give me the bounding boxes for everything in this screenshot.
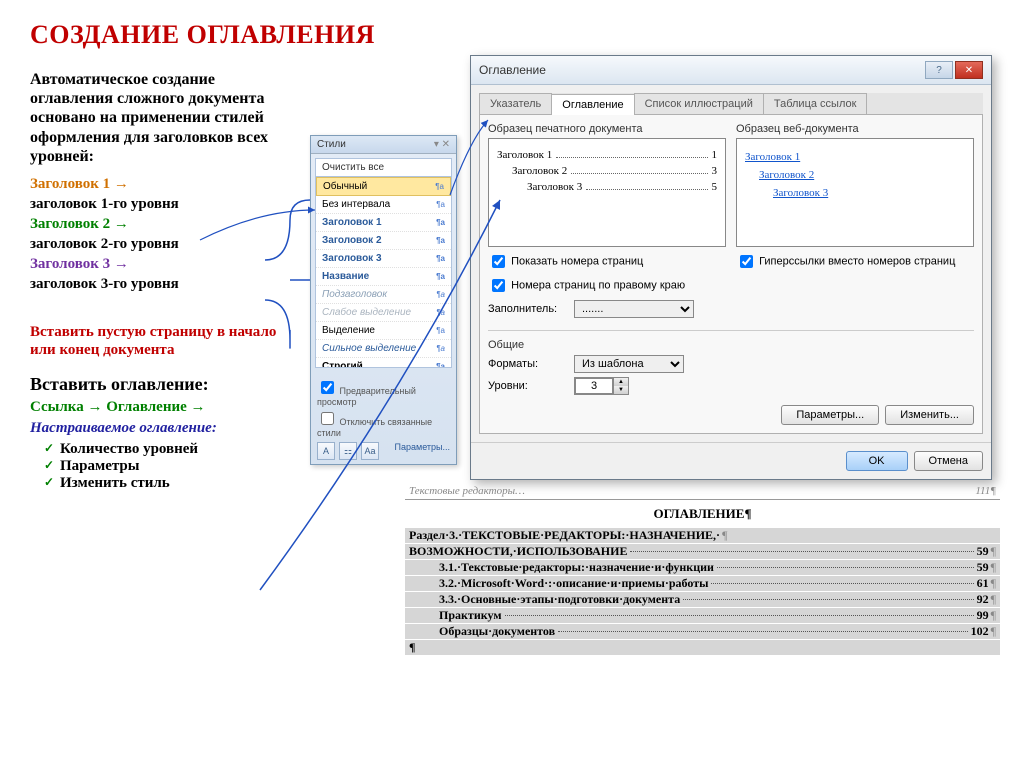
step-toc: Оглавление [106, 399, 187, 415]
heading1-label: Заголовок 1 → [30, 176, 290, 193]
formats-select[interactable]: Из шаблона [574, 355, 684, 373]
step-line: Ссылка → Оглавление → [30, 399, 290, 416]
dialog-tab[interactable]: Указатель [479, 93, 552, 114]
preview-line: Заголовок 11 [497, 149, 717, 161]
toc-dialog: Оглавление ? ✕ УказательОглавлениеСписок… [470, 55, 992, 480]
clear-all[interactable]: Очистить все [315, 158, 452, 176]
general-label: Общие [488, 339, 974, 351]
panel-title-text: Стили [317, 139, 346, 150]
help-icon[interactable]: ? [925, 61, 953, 79]
style-item[interactable]: Строгий¶a [316, 358, 451, 368]
spin-down-icon[interactable]: ▼ [613, 386, 628, 394]
styles-panel: Стили ▾ ✕ Очистить все Обычный¶aБез инте… [310, 135, 457, 465]
bullet-item: Изменить стиль [44, 475, 290, 492]
web-link[interactable]: Заголовок 2 [759, 169, 965, 181]
modify-button[interactable]: Изменить... [885, 405, 974, 425]
dropdown-icon[interactable]: ▾ ✕ [434, 139, 450, 150]
heading1-desc: заголовок 1-го уровня [30, 196, 290, 213]
pilcrow-icon: ¶ [409, 640, 415, 655]
close-icon[interactable]: ✕ [955, 61, 983, 79]
style-item[interactable]: Выделение¶a [316, 322, 451, 340]
filler-select[interactable]: ....... [574, 300, 694, 318]
doc-header-left: Текстовые редакторы… [409, 485, 525, 497]
web-link[interactable]: Заголовок 3 [773, 187, 965, 199]
dialog-tab[interactable]: Оглавление [551, 94, 634, 115]
params-button[interactable]: Параметры... [781, 405, 879, 425]
style-item[interactable]: Подзаголовок¶a [316, 286, 451, 304]
toc-line: 3.3.·Основные·этапы·подготовки·документа… [405, 592, 1000, 608]
bullet-list: Количество уровней Параметры Изменить ст… [30, 441, 290, 492]
toc-line: 3.2.·Microsoft·Word·:·описание·и·приемы·… [405, 576, 1000, 592]
style-item[interactable]: Слабое выделение¶a [316, 304, 451, 322]
filler-row: Заполнитель: ....... [488, 300, 726, 318]
toc-line: 3.1.·Текстовые·редакторы:·назначение·и·ф… [405, 560, 1000, 576]
web-preview: Заголовок 1 Заголовок 2 Заголовок 3 [736, 138, 974, 247]
styles-list: Обычный¶aБез интервала¶aЗаголовок 1¶aЗаг… [315, 176, 452, 368]
cancel-button[interactable]: Отмена [914, 451, 983, 471]
dialog-tab[interactable]: Список иллюстраций [634, 93, 764, 114]
arrow-icon: → [87, 399, 102, 415]
levels-label: Уровни: [488, 380, 568, 392]
style-item[interactable]: Название¶a [316, 268, 451, 286]
style-item[interactable]: Сильное выделение¶a [316, 340, 451, 358]
spin-up-icon[interactable]: ▲ [613, 378, 628, 386]
new-style-icon[interactable]: A [317, 442, 335, 460]
toc-line: ВОЗМОЖНОСТИ,·ИСПОЛЬЗОВАНИЕ59¶ [405, 544, 1000, 560]
dialog-title: Оглавление [479, 63, 546, 77]
preview-line: Заголовок 23 [497, 165, 717, 177]
bullet-item: Параметры [44, 458, 290, 475]
intro-text: Автоматическое создание оглавления сложн… [30, 70, 290, 166]
params-link[interactable]: Параметры... [395, 442, 450, 460]
ok-button[interactable]: OK [846, 451, 908, 471]
doc-toc-title: ОГЛАВЛЕНИЕ¶ [405, 506, 1000, 522]
panel-titlebar[interactable]: Стили ▾ ✕ [311, 136, 456, 154]
print-preview-label: Образец печатного документа [488, 123, 726, 135]
style-item[interactable]: Заголовок 2¶a [316, 232, 451, 250]
web-preview-label: Образец веб-документа [736, 123, 974, 135]
levels-spinner[interactable]: ▲ ▼ [574, 377, 629, 395]
formats-row: Форматы: Из шаблона [488, 355, 974, 373]
slide-title: СОЗДАНИЕ ОГЛАВЛЕНИЯ [30, 20, 994, 50]
panel-footer: Предварительный просмотр Отключить связа… [311, 372, 456, 464]
web-link[interactable]: Заголовок 1 [745, 151, 965, 163]
disable-checkbox[interactable]: Отключить связанные стили [317, 409, 450, 438]
style-item[interactable]: Обычный¶a [316, 177, 451, 196]
manage-icon[interactable]: ⚏ [339, 442, 357, 460]
print-preview: Заголовок 11 Заголовок 23 Заголовок 35 [488, 138, 726, 247]
dialog-tabs: УказательОглавлениеСписок иллюстрацийТаб… [479, 93, 983, 115]
levels-row: Уровни: ▲ ▼ [488, 377, 974, 395]
doc-header-right: 111¶ [975, 485, 996, 497]
hyperlinks-check[interactable]: Гиперссылки вместо номеров страниц [736, 252, 974, 271]
arrow-icon: → [191, 399, 206, 415]
document-preview: Текстовые редакторы… 111¶ ОГЛАВЛЕНИЕ¶ Ра… [405, 485, 1000, 656]
right-align-check[interactable]: Номера страниц по правому краю [488, 276, 726, 295]
insert-toc-title: Вставить оглавление: [30, 374, 290, 395]
bullet-item: Количество уровней [44, 441, 290, 458]
step-link: Ссылка [30, 399, 84, 415]
toc-line: Практикум99¶ [405, 608, 1000, 624]
toc-line: Раздел·3.·ТЕКСТОВЫЕ·РЕДАКТОРЫ:·НАЗНАЧЕНИ… [405, 528, 1000, 544]
inspect-icon[interactable]: Aa [361, 442, 379, 460]
heading2-label: Заголовок 2 → [30, 216, 290, 233]
dialog-titlebar[interactable]: Оглавление ? ✕ [471, 56, 991, 85]
formats-label: Форматы: [488, 358, 568, 370]
heading3-label: Заголовок 3 → [30, 256, 290, 273]
heading3-desc: заголовок 3-го уровня [30, 276, 290, 293]
left-column: Автоматическое создание оглавления сложн… [30, 70, 290, 496]
filler-label: Заполнитель: [488, 303, 568, 315]
style-item[interactable]: Без интервала¶a [316, 196, 451, 214]
preview-checkbox[interactable]: Предварительный просмотр [317, 378, 450, 407]
dialog-tab[interactable]: Таблица ссылок [763, 93, 868, 114]
levels-input[interactable] [575, 378, 613, 394]
custom-toc: Настраиваемое оглавление: [30, 420, 290, 437]
preview-line: Заголовок 35 [497, 181, 717, 193]
insert-note: Вставить пустую страницу в начало или ко… [30, 323, 290, 359]
style-item[interactable]: Заголовок 1¶a [316, 214, 451, 232]
show-pages-check[interactable]: Показать номера страниц [488, 252, 726, 271]
style-item[interactable]: Заголовок 3¶a [316, 250, 451, 268]
toc-line: Образцы·документов102¶ [405, 624, 1000, 640]
heading2-desc: заголовок 2-го уровня [30, 236, 290, 253]
